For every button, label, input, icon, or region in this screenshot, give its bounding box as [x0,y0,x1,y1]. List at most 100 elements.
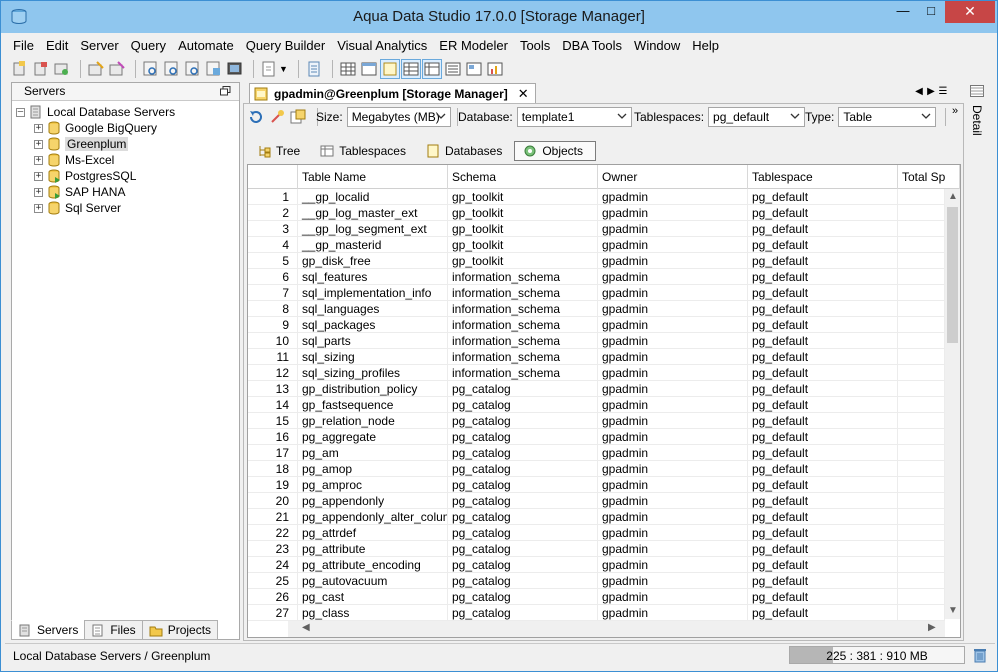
table-row[interactable]: 21 pg_appendonly_alter_column pg_catalog gp… [248,509,945,525]
tree-item-ms-excel[interactable]: + Ms-Excel [34,152,114,168]
cell-table-name[interactable]: gp_relation_node [298,413,448,429]
cell-table-name[interactable]: gp_distribution_policy [298,381,448,397]
tab-prev-icon[interactable]: ◀ [913,86,925,97]
cell-schema[interactable]: information_schema [448,317,598,333]
close-tab-icon[interactable]: ✕ [518,86,529,102]
expand-icon[interactable]: + [34,123,43,133]
cell-schema[interactable]: gp_toolkit [448,221,598,237]
cell-owner[interactable]: gpadmin [598,445,748,461]
expand-icon[interactable]: + [34,171,43,181]
column-header-schema[interactable]: Schema [448,165,598,189]
column-header-tablespace[interactable]: Tablespace [748,165,898,189]
menu-visual-analytics[interactable]: Visual Analytics [331,36,433,56]
cell-schema[interactable]: pg_catalog [448,605,598,621]
grid-view-icon[interactable] [339,60,357,78]
cell-schema[interactable]: pg_catalog [448,589,598,605]
cell-table-name[interactable]: sql_features [298,269,448,285]
cell-table-name[interactable]: sql_languages [298,301,448,317]
tree-item-google-bigquery[interactable]: + Google BigQuery [34,120,157,136]
chart-icon[interactable] [486,60,504,78]
cell-tablespace[interactable]: pg_default [748,477,898,493]
cell-tablespace[interactable]: pg_default [748,541,898,557]
cell-schema[interactable]: pg_catalog [448,557,598,573]
vertical-scrollbar[interactable]: ▲ ▼ [945,189,960,619]
menu-dba-tools[interactable]: DBA Tools [556,36,628,56]
table-row[interactable]: 24 pg_attribute_encoding pg_catalog gpadmin… [248,557,945,573]
cell-total-space[interactable] [898,541,945,557]
scroll-up-icon[interactable]: ▲ [948,191,958,202]
cell-table-name[interactable]: pg_appendonly_alter_column [298,509,448,525]
cell-total-space[interactable] [898,189,945,205]
console-icon[interactable] [226,60,244,78]
tab-servers[interactable]: Servers [11,620,86,640]
tree-item-sap-hana[interactable]: + SAP HANA [34,184,125,200]
cell-table-name[interactable]: pg_am [298,445,448,461]
horizontal-scrollbar[interactable]: ◀ ▶ [288,621,945,637]
cell-total-space[interactable] [898,557,945,573]
cell-owner[interactable]: gpadmin [598,301,748,317]
cell-owner[interactable]: gpadmin [598,461,748,477]
cell-total-space[interactable] [898,589,945,605]
menu-er-modeler[interactable]: ER Modeler [433,36,514,56]
cell-tablespace[interactable]: pg_default [748,301,898,317]
cell-schema[interactable]: gp_toolkit [448,205,598,221]
cell-schema[interactable]: gp_toolkit [448,189,598,205]
table-row[interactable]: 10 sql_parts information_schema gpadmin pg_d… [248,333,945,349]
query-analyzer-icon[interactable] [87,60,105,78]
cell-owner[interactable]: gpadmin [598,605,748,621]
table-row[interactable]: 20 pg_appendonly pg_catalog gpadmin pg_defau… [248,493,945,509]
new-file-icon[interactable] [260,60,278,78]
cell-table-name[interactable]: __gp_localid [298,189,448,205]
menu-edit[interactable]: Edit [40,36,74,56]
edit-server-icon[interactable] [32,60,50,78]
tab-next-icon[interactable]: ▶ [925,86,937,97]
cell-owner[interactable]: gpadmin [598,509,748,525]
database-select[interactable]: template1 [516,107,632,127]
cell-total-space[interactable] [898,365,945,381]
pivot-layout-icon[interactable] [421,59,442,79]
cell-tablespace[interactable]: pg_default [748,413,898,429]
table-row[interactable]: 27 pg_class pg_catalog gpadmin pg_default [248,605,945,621]
expand-icon[interactable]: + [34,155,43,165]
table-row[interactable]: 5 gp_disk_free gp_toolkit gpadmin pg_default [248,253,945,269]
tree-item-greenplum[interactable]: + Greenplum [34,136,129,152]
cell-tablespace[interactable]: pg_default [748,237,898,253]
cell-schema[interactable]: gp_toolkit [448,237,598,253]
restore-panel-icon[interactable] [220,86,231,96]
tree-item-sql-server[interactable]: + Sql Server [34,200,121,216]
table-row[interactable]: 16 pg_aggregate pg_catalog gpadmin pg_defaul… [248,429,945,445]
cell-total-space[interactable] [898,429,945,445]
cell-table-name[interactable]: gp_fastsequence [298,397,448,413]
cell-table-name[interactable]: pg_attribute [298,541,448,557]
detail-tab[interactable]: Detail [970,105,984,136]
subtab-objects[interactable]: Objects [514,141,597,161]
cell-owner[interactable]: gpadmin [598,397,748,413]
cell-schema[interactable]: pg_catalog [448,573,598,589]
table-row[interactable]: 19 pg_amproc pg_catalog gpadmin pg_default [248,477,945,493]
cell-owner[interactable]: gpadmin [598,525,748,541]
cell-table-name[interactable]: pg_cast [298,589,448,605]
new-server-icon[interactable] [11,60,29,78]
cell-schema[interactable]: pg_catalog [448,397,598,413]
column-header-total-space[interactable]: Total Sp [898,165,960,189]
storage-manager-tab[interactable]: gpadmin@Greenplum [Storage Manager] ✕ [249,83,536,104]
cell-total-space[interactable] [898,349,945,365]
memory-indicator[interactable]: 225 : 381 : 910 MB [789,646,965,664]
script-icon[interactable] [305,60,323,78]
cell-owner[interactable]: gpadmin [598,493,748,509]
cell-schema[interactable]: information_schema [448,285,598,301]
cell-total-space[interactable] [898,301,945,317]
scroll-down-icon[interactable]: ▼ [948,605,958,616]
cell-owner[interactable]: gpadmin [598,285,748,301]
cell-total-space[interactable] [898,493,945,509]
window-layout-icon[interactable] [360,60,378,78]
cell-schema[interactable]: pg_catalog [448,525,598,541]
cell-table-name[interactable]: pg_autovacuum [298,573,448,589]
cell-owner[interactable]: gpadmin [598,541,748,557]
table-row[interactable]: 7 sql_implementation_info information_sche… [248,285,945,301]
cell-owner[interactable]: gpadmin [598,365,748,381]
garbage-collect-icon[interactable] [973,647,987,663]
subtab-tablespaces[interactable]: Tablespaces [312,141,418,161]
tree-root-local-servers[interactable]: – Local Database Servers [16,104,175,120]
cell-table-name[interactable]: pg_amproc [298,477,448,493]
